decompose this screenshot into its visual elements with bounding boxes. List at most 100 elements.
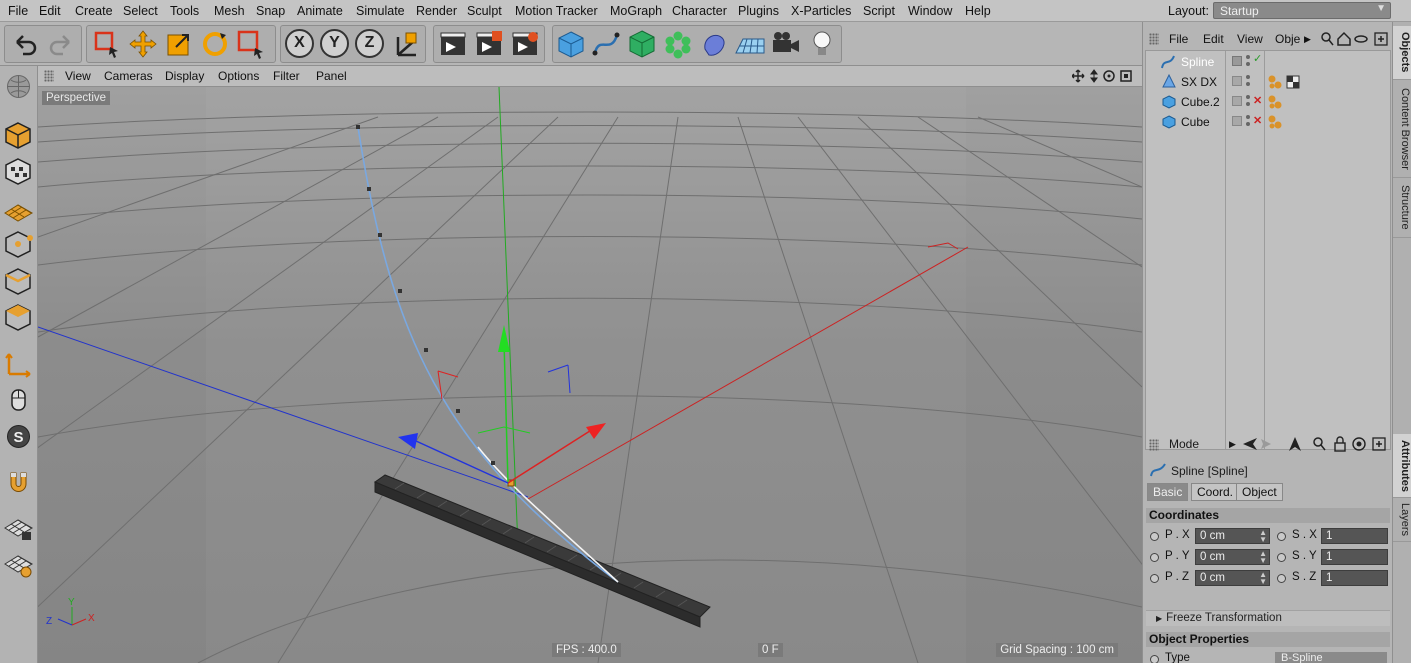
menu-edit[interactable]: Edit bbox=[39, 4, 61, 18]
viewport-menu-view[interactable]: View bbox=[65, 69, 91, 83]
model-mode-icon[interactable] bbox=[3, 120, 34, 151]
layout-dropdown[interactable]: Startup ▼ bbox=[1213, 2, 1391, 19]
menu-mograph[interactable]: MoGraph bbox=[610, 4, 662, 18]
editor-visibility-dot[interactable] bbox=[1246, 75, 1250, 79]
object-name[interactable]: Cube bbox=[1181, 115, 1210, 129]
menu-motion-tracker[interactable]: Motion Tracker bbox=[515, 4, 598, 18]
menu-file[interactable]: File bbox=[8, 4, 28, 18]
deformer-icon[interactable] bbox=[697, 27, 731, 61]
menu-script[interactable]: Script bbox=[863, 4, 895, 18]
object-name[interactable]: Spline bbox=[1181, 55, 1214, 69]
viewport-scene[interactable]: Y X Z bbox=[38, 87, 1142, 663]
polygon-mode-icon[interactable] bbox=[3, 302, 34, 333]
texture-mode-icon[interactable] bbox=[3, 156, 34, 187]
floor-icon[interactable] bbox=[733, 27, 767, 61]
side-tab-layers[interactable]: Layers bbox=[1393, 498, 1411, 542]
subdivision-surface-icon[interactable] bbox=[625, 27, 659, 61]
p-x-field[interactable]: 0 cm ▲ ▼ bbox=[1195, 528, 1270, 544]
viewport-menu-filter[interactable]: Filter bbox=[273, 69, 300, 83]
object-row-cube[interactable]: Cube ✕ bbox=[1146, 112, 1390, 132]
object-row-sx-dx[interactable]: SX DX bbox=[1146, 72, 1390, 92]
snap-magnet-icon[interactable] bbox=[3, 467, 34, 498]
s-x-field[interactable]: 1 bbox=[1321, 528, 1388, 544]
s-y-field[interactable]: 1 bbox=[1321, 549, 1388, 565]
side-tab-objects[interactable]: Objects bbox=[1393, 26, 1411, 80]
cloner-icon[interactable] bbox=[661, 27, 695, 61]
p-y-field[interactable]: 0 cm ▲ ▼ bbox=[1195, 549, 1270, 565]
tab-coord[interactable]: Coord. bbox=[1191, 483, 1240, 501]
side-tab-structure[interactable]: Structure bbox=[1393, 178, 1411, 238]
layer-swatch[interactable] bbox=[1232, 76, 1242, 86]
coordinates-section-header[interactable]: Coordinates bbox=[1146, 508, 1390, 523]
type-radio[interactable] bbox=[1150, 655, 1159, 663]
tweak-mode-mouse-icon[interactable] bbox=[3, 384, 34, 415]
menu-plugins[interactable]: Plugins bbox=[738, 4, 779, 18]
z-axis-lock-button[interactable]: Z bbox=[355, 29, 384, 58]
menu-x-particles[interactable]: X-Particles bbox=[791, 4, 851, 18]
render-visibility-dot[interactable] bbox=[1246, 62, 1250, 66]
objects-menu-file[interactable]: File bbox=[1169, 32, 1188, 46]
object-manager-list[interactable]: Spline ✓ SX DX Cube.2 ✕ Cube ✕ bbox=[1145, 50, 1391, 450]
viewport-menu-display[interactable]: Display bbox=[165, 69, 204, 83]
editor-visibility-dot[interactable] bbox=[1246, 95, 1250, 99]
y-axis-lock-button[interactable]: Y bbox=[320, 29, 349, 58]
menu-render[interactable]: Render bbox=[416, 4, 457, 18]
grip-handle-icon[interactable] bbox=[44, 70, 54, 82]
menu-snap[interactable]: Snap bbox=[256, 4, 285, 18]
grip-handle-icon[interactable] bbox=[1149, 439, 1159, 451]
live-selection-icon[interactable] bbox=[90, 27, 124, 61]
grip-handle-icon[interactable] bbox=[1149, 33, 1159, 45]
stepper-arrows-icon[interactable]: ▲ ▼ bbox=[1259, 550, 1267, 565]
render-view-icon[interactable] bbox=[436, 27, 470, 61]
tab-object[interactable]: Object bbox=[1236, 483, 1283, 501]
stepper-arrows-icon[interactable]: ▲ ▼ bbox=[1259, 571, 1267, 586]
workplane-lock-icon[interactable] bbox=[3, 512, 34, 543]
render-visibility-dot[interactable] bbox=[1246, 122, 1250, 126]
phong-tag-icon[interactable] bbox=[1267, 114, 1283, 130]
objects-menu-objects[interactable]: Obje bbox=[1275, 32, 1300, 46]
point-mode-icon[interactable] bbox=[3, 229, 34, 260]
layer-swatch[interactable] bbox=[1232, 116, 1242, 126]
p-z-field[interactable]: 0 cm ▲ ▼ bbox=[1195, 570, 1270, 586]
object-name[interactable]: SX DX bbox=[1181, 75, 1217, 89]
layer-swatch[interactable] bbox=[1232, 56, 1242, 66]
coordinate-system-icon[interactable] bbox=[390, 27, 424, 61]
editor-visibility-dot[interactable] bbox=[1246, 115, 1250, 119]
disabled-x-icon[interactable]: ✕ bbox=[1253, 114, 1262, 127]
object-name[interactable]: Cube.2 bbox=[1181, 95, 1220, 109]
light-bulb-icon[interactable] bbox=[805, 27, 839, 61]
editor-visibility-dot[interactable] bbox=[1246, 55, 1250, 59]
type-dropdown[interactable]: B-Spline bbox=[1275, 652, 1387, 663]
move-icon[interactable] bbox=[126, 27, 160, 61]
model-mode-globe-icon[interactable] bbox=[3, 71, 34, 102]
phong-tag-icon[interactable] bbox=[1267, 94, 1283, 110]
object-row-cube-2[interactable]: Cube.2 ✕ bbox=[1146, 92, 1390, 112]
object-properties-section-header[interactable]: Object Properties bbox=[1146, 632, 1390, 647]
disabled-x-icon[interactable]: ✕ bbox=[1253, 94, 1262, 107]
render-picture-viewer-icon[interactable] bbox=[472, 27, 506, 61]
render-visibility-dot[interactable] bbox=[1246, 82, 1250, 86]
menu-character[interactable]: Character bbox=[672, 4, 727, 18]
p-y-radio[interactable] bbox=[1150, 553, 1159, 562]
selection-tool-icon[interactable] bbox=[234, 27, 268, 61]
chevron-right-icon[interactable]: ▶ bbox=[1229, 439, 1236, 450]
axis-mode-icon[interactable] bbox=[3, 348, 34, 379]
s-z-radio[interactable] bbox=[1277, 574, 1286, 583]
objects-menu-edit[interactable]: Edit bbox=[1203, 32, 1224, 46]
render-visibility-dot[interactable] bbox=[1246, 102, 1250, 106]
undo-icon[interactable] bbox=[8, 27, 42, 61]
object-row-spline[interactable]: Spline ✓ bbox=[1146, 52, 1390, 72]
workplane-icon[interactable] bbox=[3, 193, 34, 224]
p-z-radio[interactable] bbox=[1150, 574, 1159, 583]
redo-icon[interactable] bbox=[44, 27, 78, 61]
objects-menu-view[interactable]: View bbox=[1237, 32, 1263, 46]
side-tab-content-browser[interactable]: Content Browser bbox=[1393, 80, 1411, 178]
viewport-menu-options[interactable]: Options bbox=[218, 69, 259, 83]
rotate-icon[interactable] bbox=[198, 27, 232, 61]
menu-simulate[interactable]: Simulate bbox=[356, 4, 405, 18]
layer-swatch[interactable] bbox=[1232, 96, 1242, 106]
attributes-mode-menu[interactable]: Mode bbox=[1169, 437, 1199, 451]
x-axis-lock-button[interactable]: X bbox=[285, 29, 314, 58]
menu-help[interactable]: Help bbox=[965, 4, 991, 18]
stepper-arrows-icon[interactable]: ▲ ▼ bbox=[1259, 529, 1267, 544]
